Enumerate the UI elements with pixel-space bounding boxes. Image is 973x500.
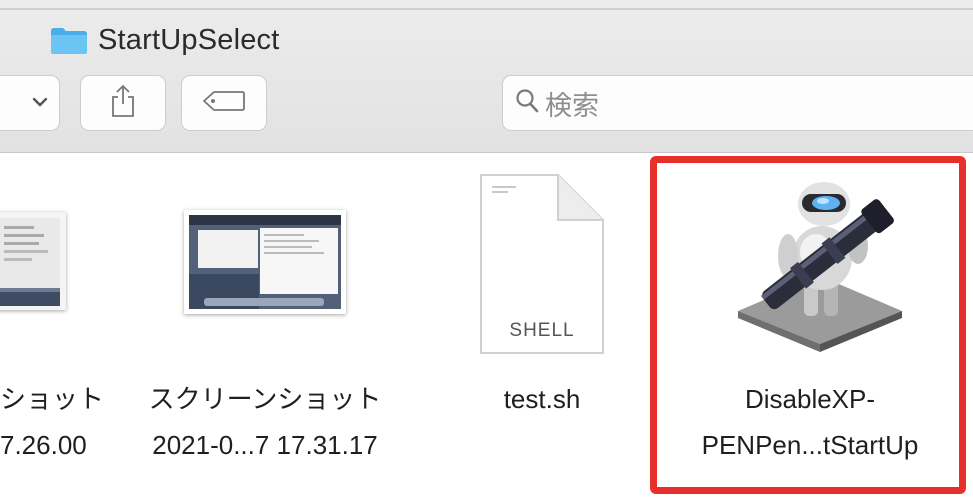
view-options-button[interactable] xyxy=(0,75,60,131)
toolbar-top-divider xyxy=(0,8,973,10)
share-button[interactable] xyxy=(80,75,166,131)
file-name: スクリーンショット 2021-0...7 17.31.17 xyxy=(148,384,382,460)
share-icon xyxy=(110,84,136,123)
tags-button[interactable] xyxy=(181,75,267,131)
file-name: ショット 7.26.00 xyxy=(0,384,105,460)
window-title: StartUpSelect xyxy=(50,22,280,58)
search-icon xyxy=(515,88,539,119)
file-name: test.sh xyxy=(503,384,581,414)
screenshot-thumbnail xyxy=(184,210,346,314)
window-title-text: StartUpSelect xyxy=(98,23,280,56)
screenshot-thumbnail xyxy=(0,212,66,310)
tag-icon xyxy=(202,90,246,117)
finder-toolbar: StartUpSelect 検索 xyxy=(0,0,973,153)
folder-icon xyxy=(50,25,88,55)
search-input[interactable]: 検索 xyxy=(502,75,973,131)
chevron-down-icon xyxy=(32,94,48,112)
file-type-badge: SHELL xyxy=(509,320,575,341)
search-placeholder: 検索 xyxy=(545,90,599,122)
shell-script-icon: SHELL xyxy=(478,172,606,356)
annotation-highlight-box xyxy=(650,156,966,494)
